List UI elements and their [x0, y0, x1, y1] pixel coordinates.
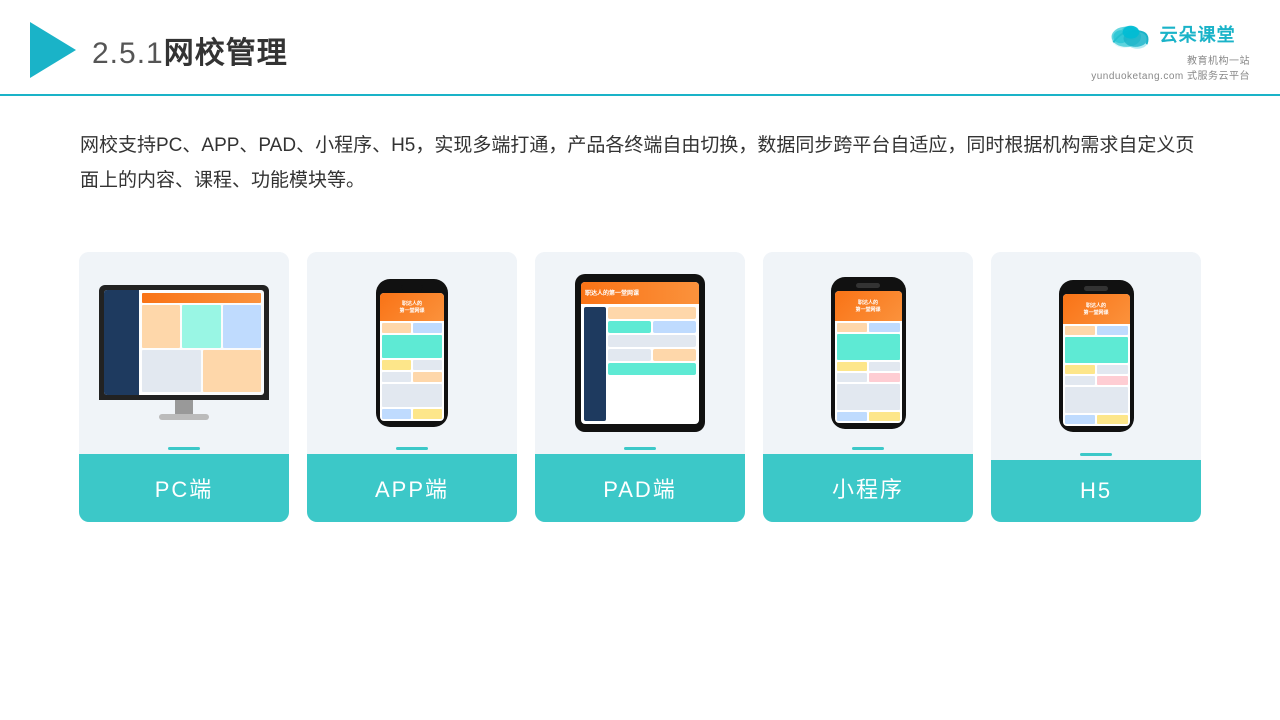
logo-area: 云朵课堂 教育机构一站 yunduoketang.com 式服务云平台 [1091, 18, 1250, 82]
logo-subtitle: 教育机构一站 yunduoketang.com 式服务云平台 [1091, 52, 1250, 82]
card-pc: PC端 [79, 252, 289, 522]
app-phone: 职达人的第一堂网课 [376, 279, 448, 427]
page-title: 2.5.1网校管理 [92, 28, 288, 72]
card-h5-label: H5 [991, 460, 1201, 522]
page-header: 2.5.1网校管理 云朵课堂 教育机构一站 yunduoketang.com 式… [0, 0, 1280, 96]
play-icon [30, 22, 76, 78]
header-left: 2.5.1网校管理 [30, 22, 288, 78]
card-app: 职达人的第一堂网课 [307, 252, 517, 522]
pc-monitor [99, 285, 269, 420]
logo-text: 云朵课堂 [1160, 21, 1236, 47]
pad-tablet: 职达人的第一堂网课 [575, 274, 705, 432]
card-pad-divider [624, 447, 656, 450]
card-h5-image: 职达人的第一堂网课 [991, 252, 1201, 453]
card-h5: 职达人的第一堂网课 [991, 252, 1201, 522]
card-miniapp-divider [852, 447, 884, 450]
card-pad: 职达人的第一堂网课 [535, 252, 745, 522]
card-h5-divider [1080, 453, 1112, 456]
card-pc-divider [168, 447, 200, 450]
device-cards: PC端 职达人的第一堂网课 [0, 224, 1280, 522]
card-app-image: 职达人的第一堂网课 [307, 252, 517, 447]
card-pc-image [79, 252, 289, 447]
card-miniapp: 职达人的第一堂网课 [763, 252, 973, 522]
h5-phone: 职达人的第一堂网课 [1059, 280, 1134, 432]
card-pad-label: PAD端 [535, 454, 745, 522]
card-miniapp-image: 职达人的第一堂网课 [763, 252, 973, 447]
card-app-label: APP端 [307, 454, 517, 522]
logo-icon: 云朵课堂 [1106, 18, 1236, 50]
card-pad-image: 职达人的第一堂网课 [535, 252, 745, 447]
card-pc-label: PC端 [79, 454, 289, 522]
miniapp-phone: 职达人的第一堂网课 [831, 277, 906, 429]
card-app-divider [396, 447, 428, 450]
cloud-icon [1106, 18, 1154, 50]
card-miniapp-label: 小程序 [763, 454, 973, 522]
description-text: 网校支持PC、APP、PAD、小程序、H5，实现多端打通，产品各终端自由切换，数… [0, 96, 1280, 214]
